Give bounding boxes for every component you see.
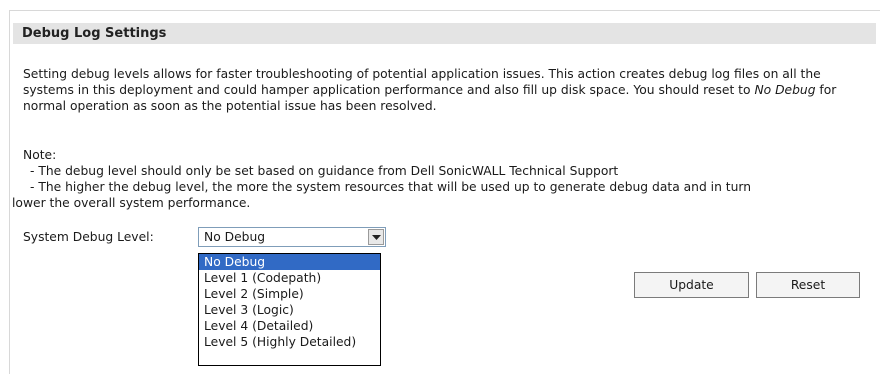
debug-level-label: System Debug Level: [23,230,154,244]
note-block: Note: - The debug level should only be s… [12,147,875,211]
option-level-4[interactable]: Level 4 (Detailed) [199,318,380,334]
update-button[interactable]: Update [634,272,749,298]
section-title: Debug Log Settings [22,26,167,41]
note-line-1: - The debug level should only be set bas… [30,164,619,178]
option-level-2[interactable]: Level 2 (Simple) [199,286,380,302]
option-level-1[interactable]: Level 1 (Codepath) [199,270,380,286]
debug-level-dropdown-list: No Debug Level 1 (Codepath) Level 2 (Sim… [198,253,381,366]
option-level-3[interactable]: Level 3 (Logic) [199,302,380,318]
reset-button[interactable]: Reset [756,272,860,298]
note-line-2-continued: lower the overall system performance. [12,196,251,210]
description-paragraph: Setting debug levels allows for faster t… [23,66,873,114]
description-emphasis: No Debug [754,83,816,97]
debug-level-select[interactable]: No Debug [198,227,386,247]
option-level-5[interactable]: Level 5 (Highly Detailed) [199,334,380,350]
description-text-1: Setting debug levels allows for faster t… [23,67,821,97]
section-header: Debug Log Settings [13,23,876,44]
debug-level-selected-value: No Debug [204,230,266,244]
option-no-debug[interactable]: No Debug [199,254,380,270]
note-heading: Note: [23,148,57,162]
dropdown-arrow-button[interactable] [368,229,384,245]
note-line-2: - The higher the debug level, the more t… [30,180,752,194]
chevron-down-icon [372,235,381,240]
